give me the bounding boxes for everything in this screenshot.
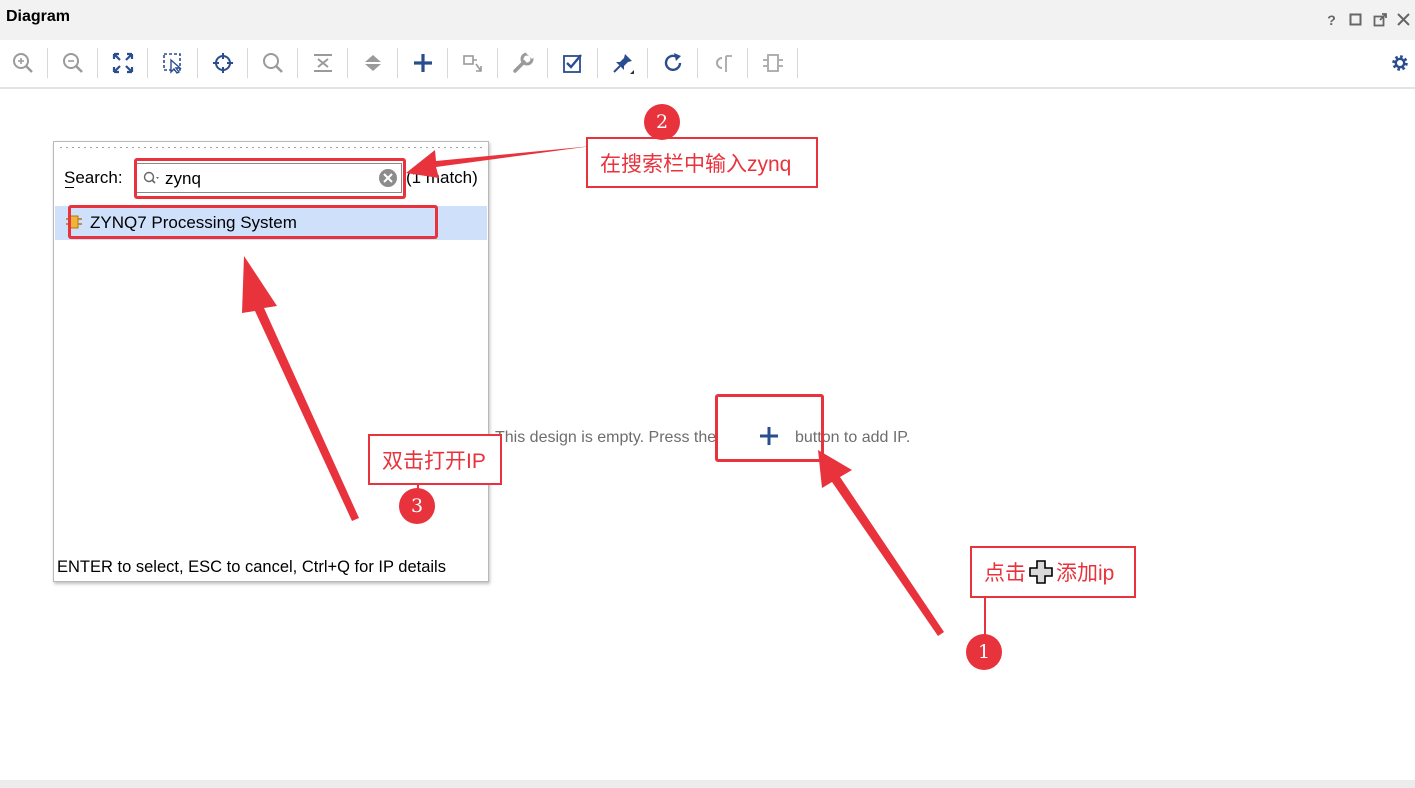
bottom-border bbox=[0, 780, 1415, 788]
annotation-arrows bbox=[242, 125, 986, 640]
step2-callout: 在搜索栏中输入zynq bbox=[586, 137, 818, 188]
step3-text: 双击打开IP bbox=[382, 449, 486, 473]
step3-callout: 双击打开IP bbox=[368, 434, 502, 485]
step2-text: 在搜索栏中输入zynq bbox=[600, 152, 792, 176]
step3-badge: 3 bbox=[399, 488, 435, 524]
plus-icon bbox=[1029, 560, 1053, 584]
step1-text-before: 点击 bbox=[984, 562, 1026, 585]
step1-text-after: 添加ip bbox=[1056, 562, 1115, 585]
step2-badge: 2 bbox=[644, 104, 680, 140]
step1-callout: 点击 添加ip bbox=[970, 546, 1136, 598]
step1-badge: 1 bbox=[966, 634, 1002, 670]
